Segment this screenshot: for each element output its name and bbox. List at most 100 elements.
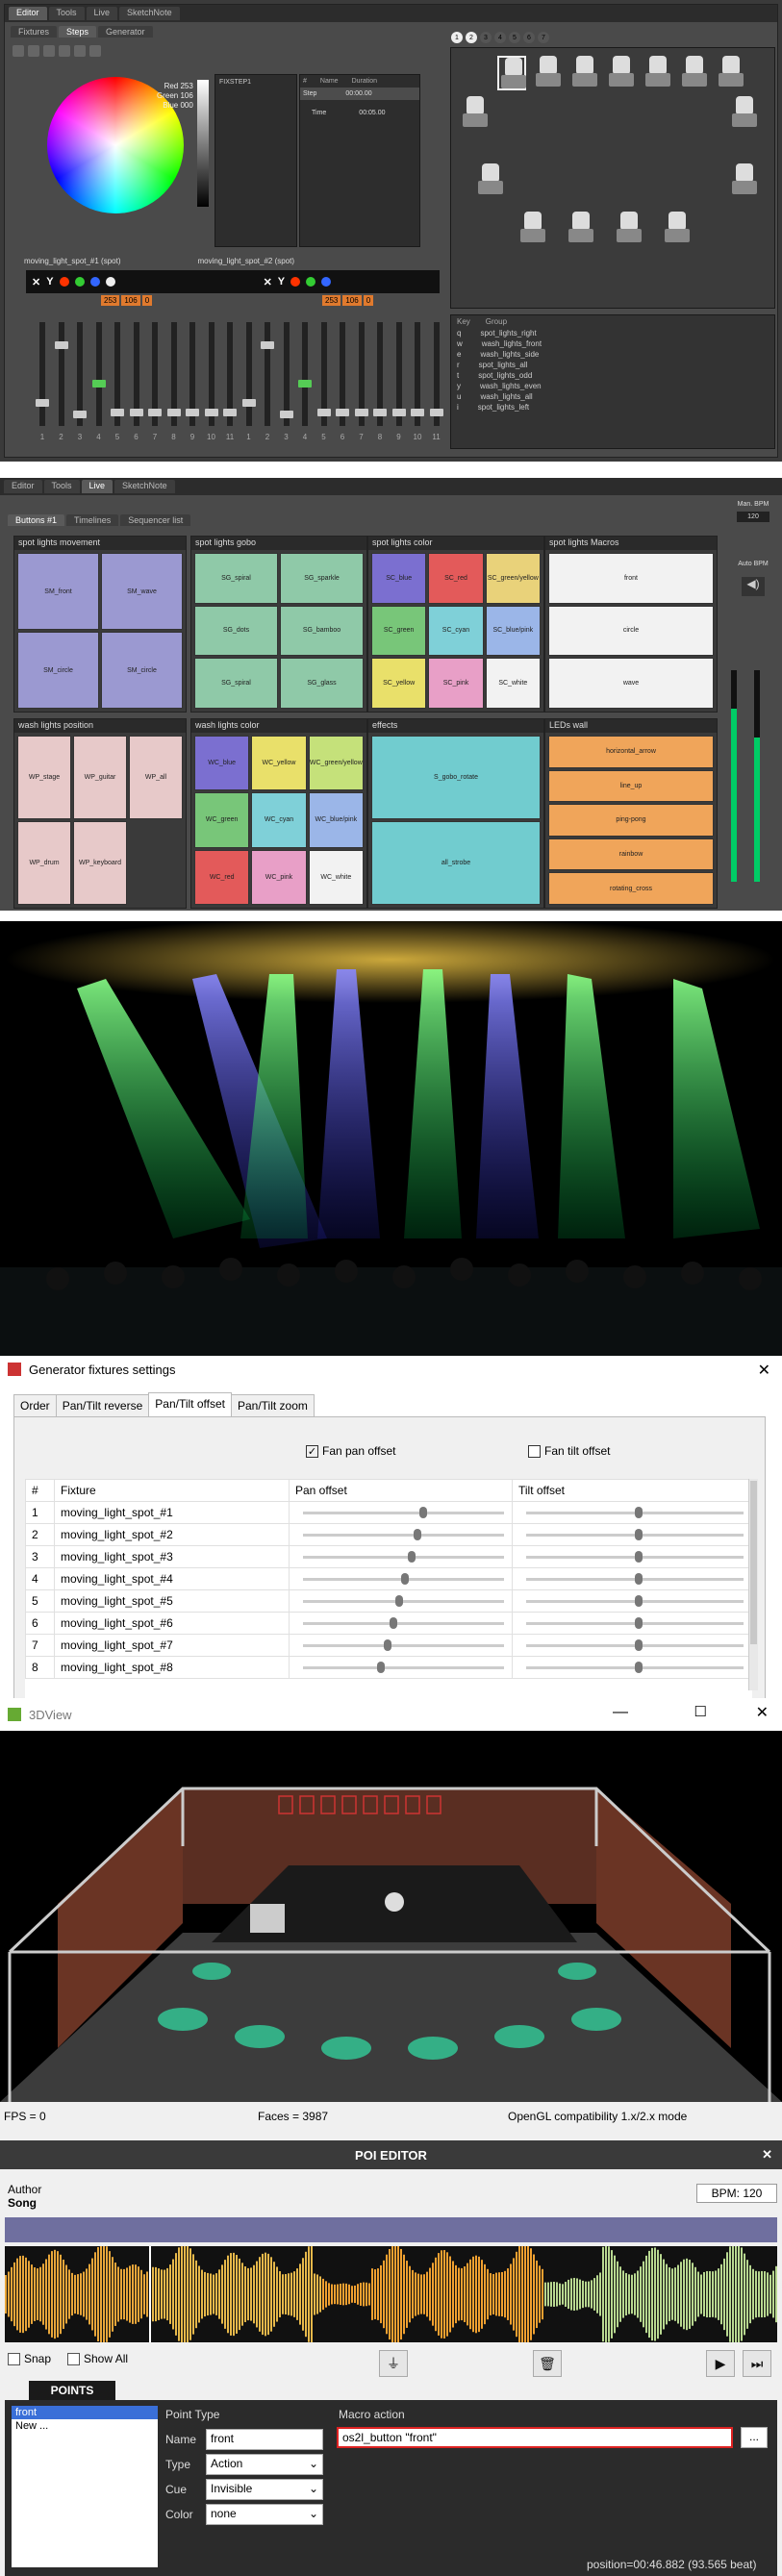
table-row[interactable]: 4 moving_light_spot_#4 <box>25 1567 752 1590</box>
close-icon[interactable]: ✕ <box>756 1703 769 1722</box>
x-icon[interactable]: ✕ <box>32 276 40 288</box>
open-icon[interactable] <box>28 45 39 57</box>
fader-knob[interactable] <box>223 409 237 416</box>
fader[interactable] <box>411 322 424 426</box>
tilt-offset-slider[interactable] <box>526 1550 744 1563</box>
main-waveform[interactable] <box>5 2241 777 2347</box>
live-button[interactable]: WC_green <box>194 792 250 848</box>
live-button[interactable]: SG_sparkle <box>280 553 364 604</box>
points-list[interactable]: front New ... <box>12 2406 158 2567</box>
live-button[interactable]: SG_spiral <box>194 553 278 604</box>
page-button-4[interactable]: 4 <box>494 32 506 43</box>
table-row[interactable]: 1 moving_light_spot_#1 <box>25 1501 752 1524</box>
live-button[interactable]: SC_cyan <box>428 605 484 657</box>
tilt-offset-slider[interactable] <box>526 1594 744 1607</box>
tilt-offset-thumb[interactable] <box>635 1661 643 1673</box>
fader-knob[interactable] <box>36 399 49 407</box>
paste-icon[interactable] <box>74 45 86 57</box>
name-input[interactable]: front <box>206 2429 323 2450</box>
live-button[interactable]: rotating_cross <box>548 872 714 905</box>
new-icon[interactable] <box>13 45 24 57</box>
fan-pan-checkbox[interactable]: ✓ <box>306 1444 318 1458</box>
live-button[interactable]: WC_red <box>194 849 250 905</box>
save-icon[interactable] <box>43 45 55 57</box>
live-button[interactable]: line_up <box>548 769 714 803</box>
page-button-5[interactable]: 5 <box>509 32 520 43</box>
close-icon[interactable]: ✕ <box>762 2147 772 2163</box>
fader-knob[interactable] <box>111 409 124 416</box>
pan-offset-slider[interactable] <box>303 1616 504 1629</box>
pan-offset-slider[interactable] <box>303 1661 504 1673</box>
play-icon[interactable]: ▶ <box>706 2350 735 2377</box>
tilt-offset-slider[interactable] <box>526 1638 744 1651</box>
fan-tilt-checkbox[interactable] <box>528 1444 541 1458</box>
green-dot-icon[interactable] <box>74 277 85 287</box>
minimize-icon[interactable]: — <box>613 1704 628 1721</box>
3d-stage-scene[interactable] <box>0 1731 782 2102</box>
fader[interactable] <box>111 322 124 426</box>
red-dot-icon[interactable] <box>59 277 69 287</box>
table-row[interactable]: 7 moving_light_spot_#7 <box>25 1634 752 1657</box>
tilt-offset-slider[interactable] <box>526 1528 744 1540</box>
point-item-front[interactable]: front <box>12 2406 158 2419</box>
points-tab[interactable]: POINTS <box>29 2381 115 2400</box>
pan-offset-slider[interactable] <box>303 1572 504 1585</box>
fader[interactable] <box>36 322 49 426</box>
cue-select[interactable]: Invisible ⌄ <box>206 2479 323 2500</box>
speaker-icon[interactable]: ◀) <box>742 577 765 596</box>
tilt-offset-slider[interactable] <box>526 1661 744 1673</box>
fader-knob[interactable] <box>166 409 181 416</box>
point-item-new[interactable]: New ... <box>12 2419 158 2433</box>
tab-live[interactable]: Live <box>81 480 114 493</box>
fader[interactable] <box>316 322 331 426</box>
fader[interactable] <box>148 322 162 426</box>
snap-option[interactable]: Snap <box>8 2352 51 2365</box>
pan-offset-thumb[interactable] <box>407 1550 416 1563</box>
tab-pantilt-offset[interactable]: Pan/Tilt offset <box>148 1392 232 1416</box>
live-button[interactable]: WC_yellow <box>251 736 307 791</box>
tab-live[interactable]: Live <box>86 7 118 20</box>
brightness-bar[interactable] <box>197 80 209 207</box>
tab-order[interactable]: Order <box>13 1394 57 1418</box>
table-scrollbar[interactable] <box>748 1479 758 1690</box>
table-row[interactable]: 5 moving_light_spot_#5 <box>25 1589 752 1613</box>
tilt-offset-slider[interactable] <box>526 1616 744 1629</box>
fader[interactable] <box>166 322 181 426</box>
table-row[interactable]: 8 moving_light_spot_#8 <box>25 1656 752 1679</box>
live-button[interactable]: WC_cyan <box>251 792 307 848</box>
fader[interactable] <box>279 322 293 426</box>
trash-icon[interactable]: 🗑 <box>533 2350 562 2377</box>
live-button[interactable]: front <box>548 553 714 604</box>
live-button[interactable]: WP_keyboard <box>73 821 127 905</box>
live-button[interactable]: horizontal_arrow <box>548 736 714 768</box>
fan-pan-option[interactable]: ✓ Fan pan offset <box>306 1444 396 1458</box>
pan-offset-thumb[interactable] <box>389 1616 397 1629</box>
fader[interactable] <box>241 322 256 426</box>
tilt-offset-slider[interactable] <box>526 1572 744 1585</box>
group-row[interactable]: t spot_lights_odd <box>451 370 774 381</box>
live-button[interactable]: WC_pink <box>251 849 307 905</box>
blue-dot-icon[interactable] <box>89 277 100 287</box>
fixture-icon[interactable] <box>663 212 692 246</box>
fixture-icon[interactable] <box>534 56 563 90</box>
tab-tools[interactable]: Tools <box>48 7 85 20</box>
fader[interactable] <box>354 322 368 426</box>
fixture-icon[interactable] <box>476 163 505 198</box>
live-button[interactable]: SM_wave <box>101 553 183 630</box>
pan-offset-thumb[interactable] <box>401 1572 410 1585</box>
tab-editor[interactable]: Editor <box>9 7 47 20</box>
pan-offset-slider[interactable] <box>303 1506 504 1518</box>
marker-icon[interactable]: ⏚ <box>379 2350 408 2377</box>
subtab-generator[interactable]: Generator <box>98 26 153 38</box>
live-button[interactable]: WC_green/yellow <box>308 736 364 791</box>
skip-end-icon[interactable]: ⏭ <box>743 2350 771 2377</box>
step-list-item[interactable]: FIXSTEP1 <box>215 75 296 89</box>
fader-knob[interactable] <box>148 409 162 416</box>
live-button[interactable]: SC_blue <box>371 553 427 604</box>
fixture-icon[interactable] <box>607 56 636 90</box>
auto-bpm[interactable]: Auto BPM <box>729 561 777 567</box>
group-row[interactable]: q spot_lights_right <box>451 328 774 338</box>
live-button[interactable]: SC_pink <box>428 658 484 709</box>
close-icon[interactable]: ✕ <box>758 1361 770 1380</box>
fader-knob[interactable] <box>54 341 68 349</box>
